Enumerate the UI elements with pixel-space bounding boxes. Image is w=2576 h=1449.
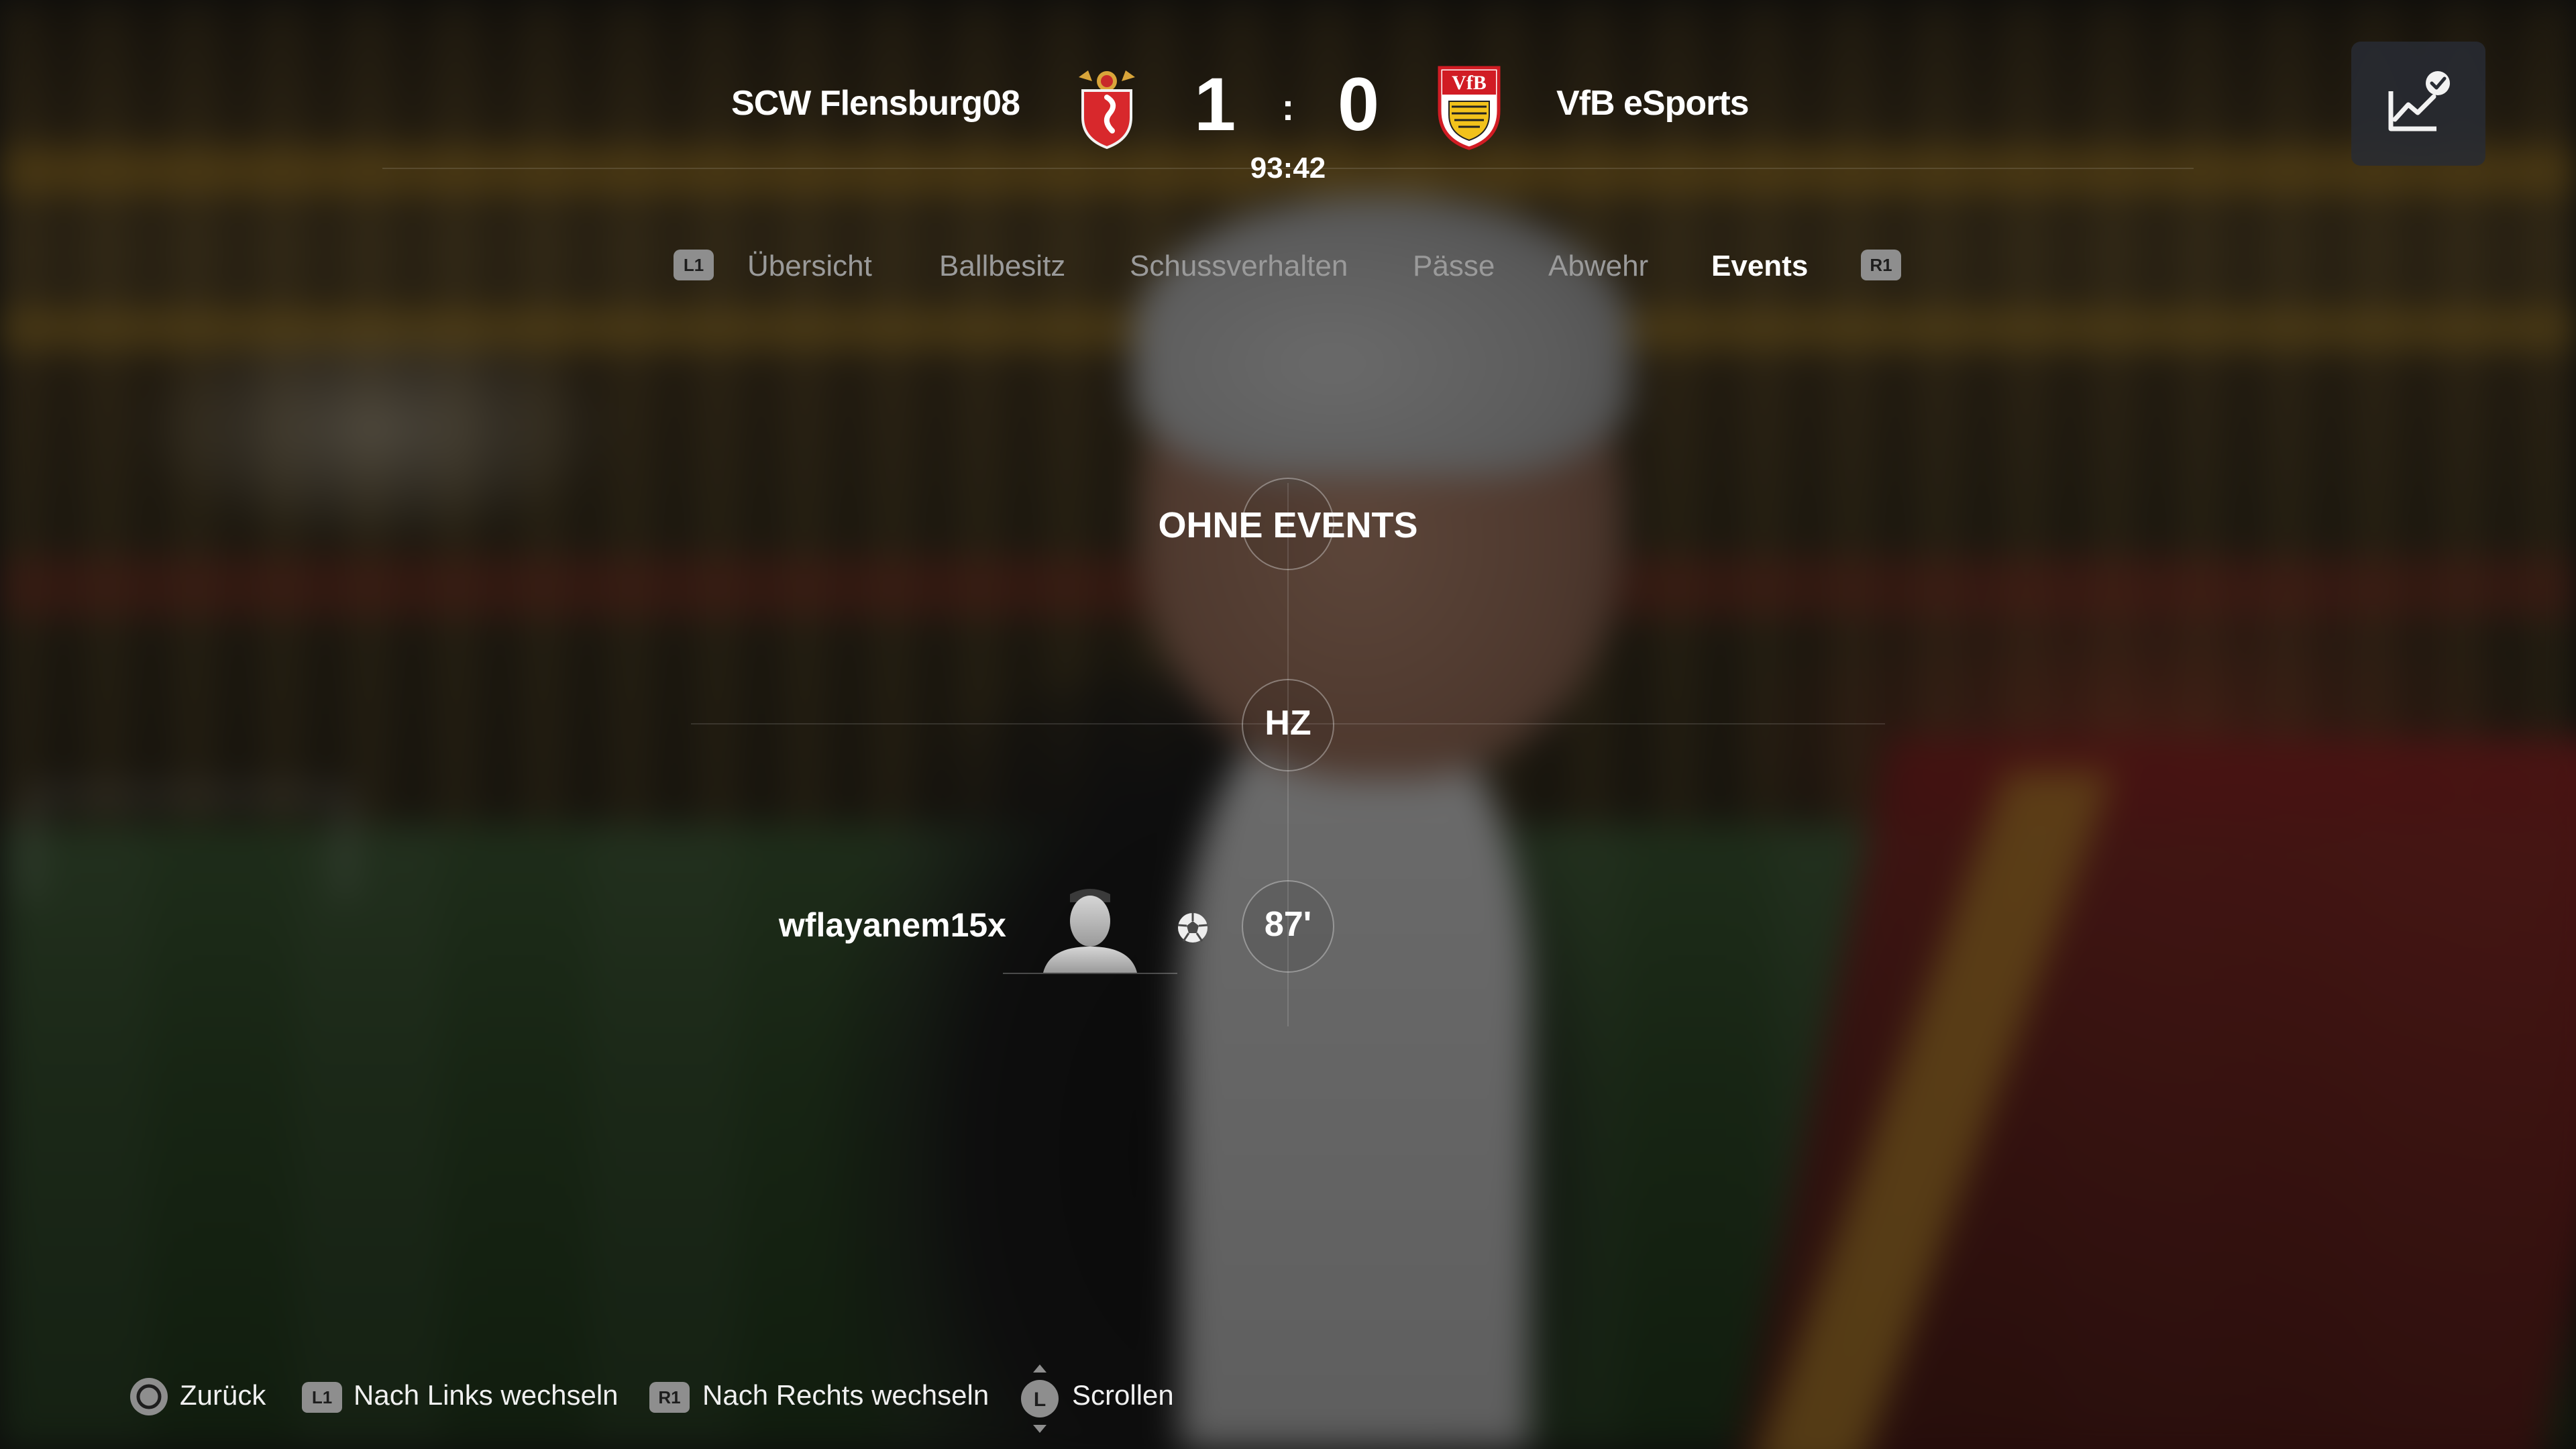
tab-possession[interactable]: Ballbesitz — [939, 243, 1065, 290]
circle-button-icon — [130, 1378, 168, 1415]
switch-left-hint[interactable]: Nach Links wechseln — [354, 1375, 619, 1415]
no-events-label: OHNE EVENTS — [1158, 505, 1418, 545]
away-team-crest-icon: VfB — [1438, 66, 1501, 150]
svg-text:VfB: VfB — [1452, 72, 1487, 94]
r1-button-icon: R1 — [649, 1382, 690, 1413]
back-hint[interactable]: Zurück — [180, 1375, 266, 1415]
event-minute: 87' — [1264, 905, 1312, 944]
home-score: 1 — [1194, 62, 1236, 146]
match-stats-screen: SCW Flensburg08 1 : 0 VfB VfB eSports 93… — [0, 0, 2576, 1449]
tab-passes[interactable]: Pässe — [1413, 243, 1495, 290]
player-avatar-icon — [1043, 889, 1137, 973]
score-separator: : — [1281, 86, 1295, 128]
tab-events[interactable]: Events — [1711, 243, 1808, 290]
scroll-hint[interactable]: Scrollen — [1072, 1375, 1174, 1415]
l1-button-icon: L1 — [302, 1382, 342, 1413]
stats-tab-bar: L1 Übersicht Ballbesitz Schussverhalten … — [0, 243, 2576, 297]
home-team-crest-icon — [1079, 70, 1135, 150]
stick-label: L — [1034, 1389, 1046, 1411]
l1-shoulder-icon[interactable]: L1 — [674, 250, 714, 280]
soccer-ball-icon — [1177, 913, 1208, 943]
tab-shooting[interactable]: Schussverhalten — [1130, 243, 1348, 290]
player-avatar-underline — [1003, 973, 1177, 974]
controller-hint-bar: Zurück L1 Nach Links wechseln R1 Nach Re… — [0, 1362, 2576, 1442]
tab-overview[interactable]: Übersicht — [747, 243, 872, 290]
match-clock: 93:42 — [1250, 152, 1326, 184]
tab-defense[interactable]: Abwehr — [1548, 243, 1648, 290]
home-team-name: SCW Flensburg08 — [731, 84, 1020, 123]
r1-shoulder-icon[interactable]: R1 — [1861, 250, 1901, 280]
away-team-name: VfB eSports — [1556, 84, 1750, 123]
left-stick-scroll-icon: L — [1021, 1364, 1059, 1433]
away-score: 0 — [1337, 62, 1380, 146]
chart-check-icon — [2388, 70, 2450, 131]
stats-overlay-toggle-button[interactable] — [2351, 42, 2485, 166]
halftime-label: HZ — [1265, 704, 1311, 743]
switch-right-hint[interactable]: Nach Rechts wechseln — [702, 1375, 989, 1415]
event-player-name: wflayanem15x — [778, 906, 1006, 944]
